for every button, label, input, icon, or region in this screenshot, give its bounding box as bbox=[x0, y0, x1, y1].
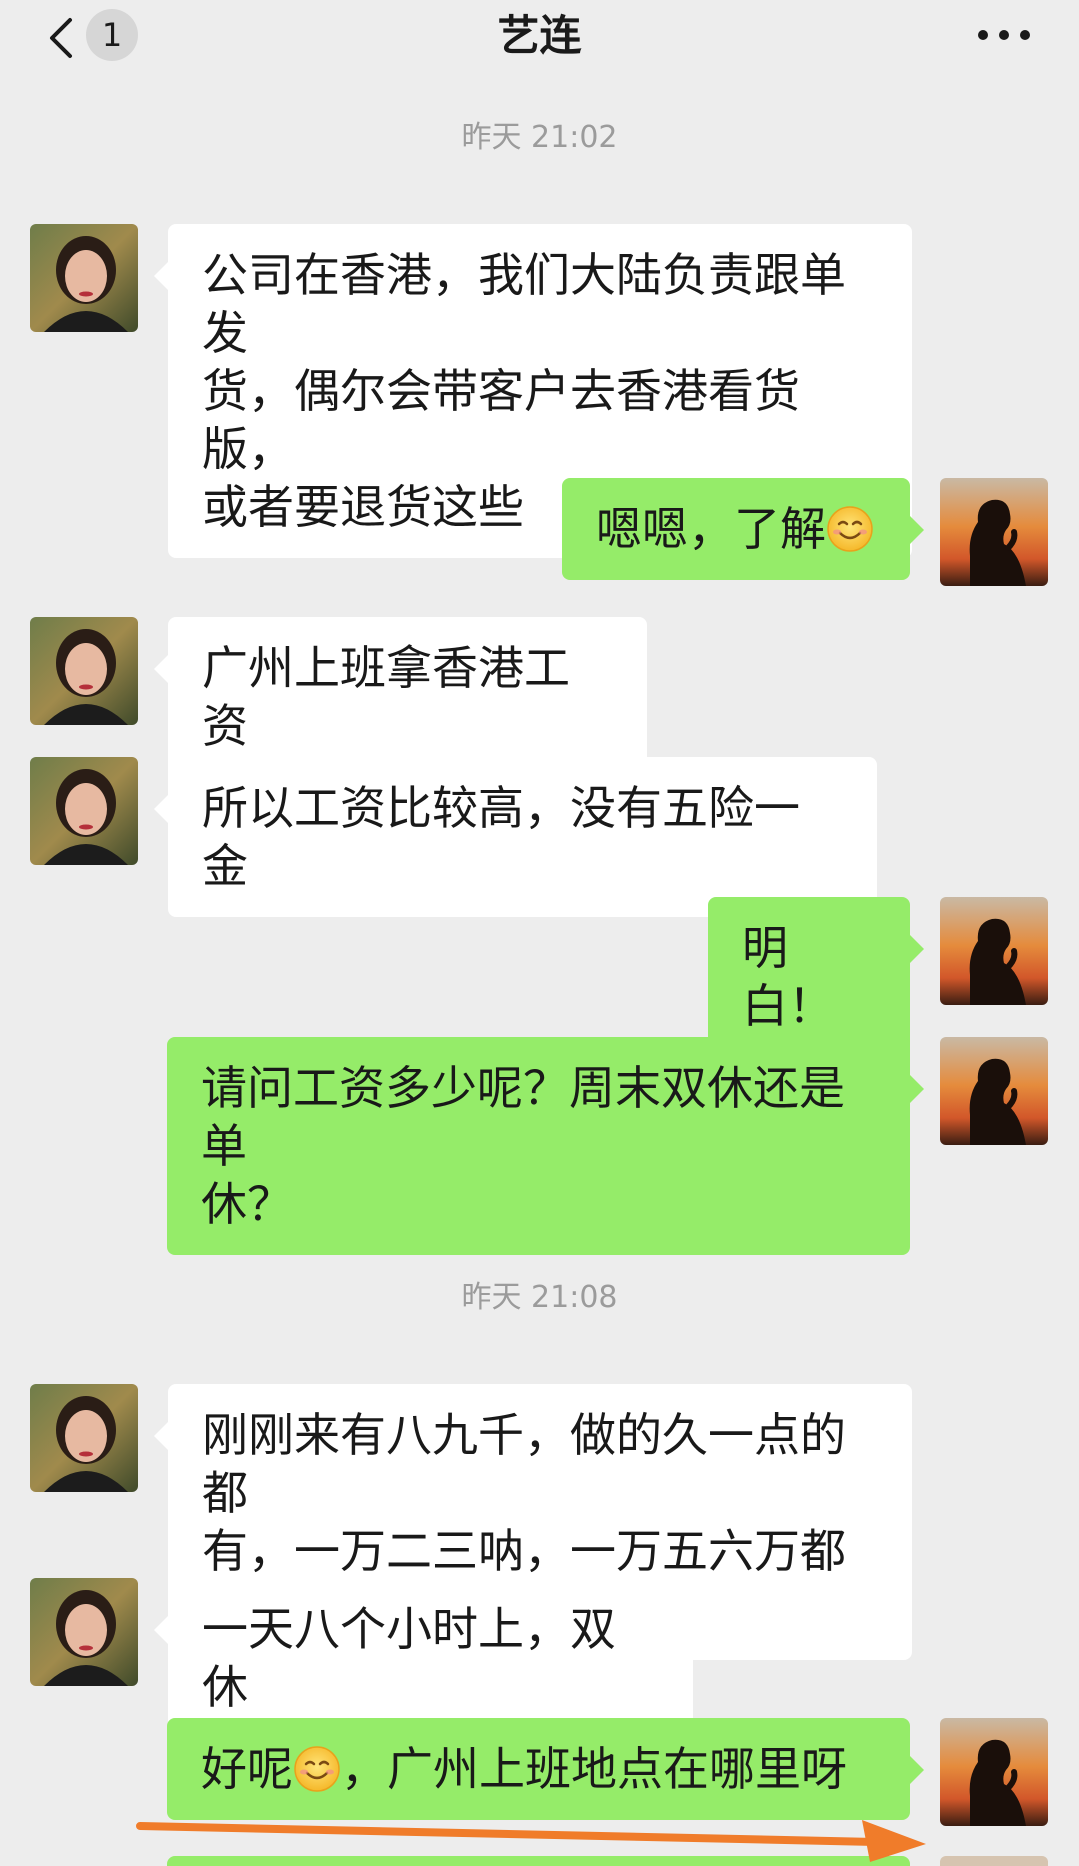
chat-header: 1 艺连 bbox=[0, 0, 1079, 86]
my-avatar[interactable] bbox=[940, 478, 1048, 586]
message-text: 明白！ bbox=[742, 921, 834, 1033]
incoming-message-bubble[interactable]: 广州上班拿香港工资 bbox=[154, 617, 647, 777]
message-text: 请问工资多少呢？周末双休还是单 休？ bbox=[201, 1061, 845, 1231]
ellipsis-icon[interactable] bbox=[976, 28, 1032, 42]
chat-title: 艺连 bbox=[497, 11, 582, 60]
timestamp: 昨天 21:02 bbox=[461, 120, 618, 155]
smile-emoji-icon bbox=[827, 506, 873, 552]
outgoing-message-bubble[interactable]: 嗯嗯，了解 bbox=[562, 478, 924, 580]
message-text-part: 好呢 bbox=[201, 1742, 293, 1796]
annotation-arrow-icon bbox=[136, 1820, 926, 1862]
message-text: 一天八个小时上，双休 bbox=[202, 1602, 616, 1714]
outgoing-message-bubble[interactable]: 请问工资多少呢？周末双休还是单 休？ bbox=[167, 1037, 924, 1255]
timestamp: 昨天 21:08 bbox=[461, 1280, 618, 1315]
my-avatar[interactable] bbox=[940, 1718, 1048, 1826]
contact-avatar[interactable] bbox=[30, 757, 138, 865]
contact-avatar[interactable] bbox=[30, 1384, 138, 1492]
message-text: 广州上班拿香港工资 bbox=[202, 641, 570, 753]
my-avatar[interactable] bbox=[940, 1037, 1048, 1145]
contact-avatar[interactable] bbox=[30, 224, 138, 332]
my-avatar-partial bbox=[940, 1856, 1048, 1866]
smile-emoji-icon bbox=[294, 1746, 340, 1792]
incoming-message-bubble[interactable]: 所以工资比较高，没有五险一金 bbox=[154, 757, 877, 917]
my-avatar[interactable] bbox=[940, 897, 1048, 1005]
contact-avatar[interactable] bbox=[30, 617, 138, 725]
incoming-message-bubble[interactable]: 一天八个小时上，双休 bbox=[154, 1578, 693, 1738]
message-text: 所以工资比较高，没有五险一金 bbox=[202, 781, 800, 893]
outgoing-message-bubble[interactable]: 明白！ bbox=[708, 897, 924, 1057]
message-text-part: ，广州上班地点在哪里呀 bbox=[341, 1742, 847, 1796]
outgoing-message-bubble[interactable]: 好呢 ，广州上班地点在哪里呀 bbox=[167, 1718, 924, 1820]
contact-avatar[interactable] bbox=[30, 1578, 138, 1686]
message-text: 嗯嗯，了解 bbox=[596, 502, 826, 556]
